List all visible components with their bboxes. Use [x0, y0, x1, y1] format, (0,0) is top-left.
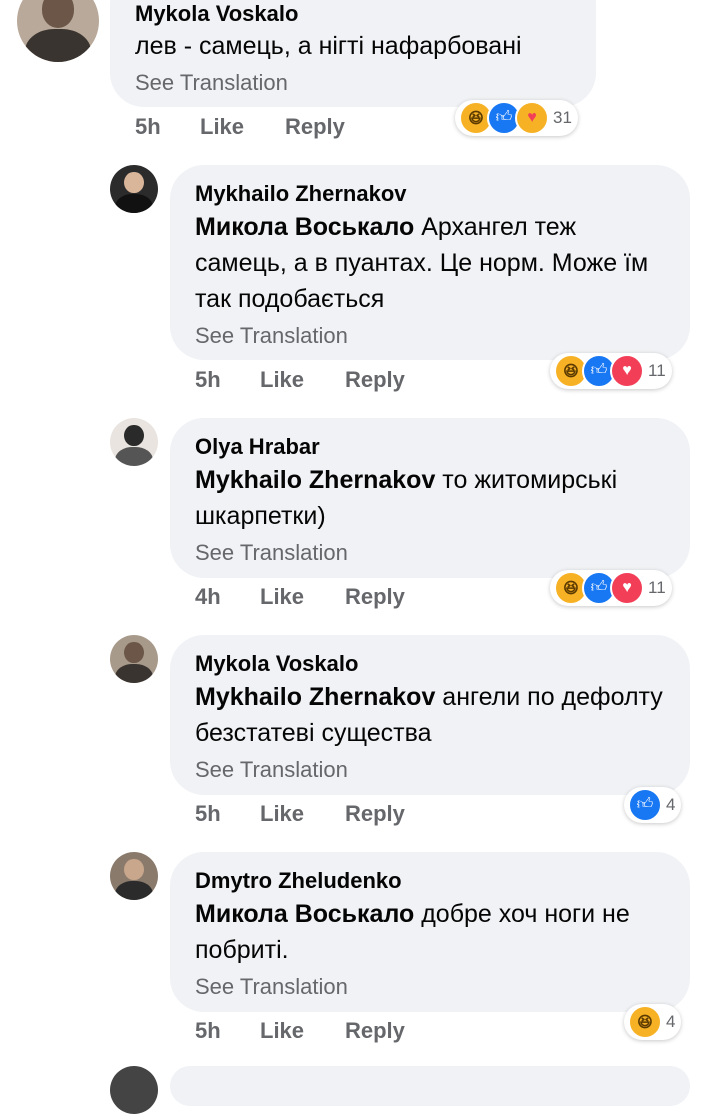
comment-text: Mykhailo Zhernakov то житомирські шкарпе… [195, 462, 675, 534]
reaction-summary[interactable]: 👍︎ 4 [624, 787, 682, 823]
avatar[interactable] [110, 852, 158, 900]
comment-author[interactable]: Olya Hrabar [195, 434, 320, 460]
reaction-count: 31 [553, 108, 572, 127]
comment-text: лев - самець, а нігті нафарбовані [135, 28, 585, 64]
avatar[interactable] [110, 165, 158, 213]
comment-bubble [170, 1066, 690, 1106]
reply-button[interactable]: Reply [345, 584, 405, 610]
reaction-count: 11 [648, 361, 666, 380]
love-reaction-icon: ♥ [610, 354, 644, 388]
reaction-summary[interactable]: 😆︎ 👍︎ ♥ 11 [550, 570, 672, 606]
mention-link[interactable]: Mykhailo Zhernakov [195, 466, 435, 494]
love-reaction-icon: ♥ [610, 571, 644, 605]
avatar[interactable] [110, 418, 158, 466]
avatar[interactable] [110, 635, 158, 683]
comment-text: Микола Воськало Архангел теж самець, а в… [195, 209, 665, 317]
reply-button[interactable]: Reply [345, 801, 405, 827]
like-reaction-icon: 👍︎ [628, 788, 662, 822]
comment-time[interactable]: 4h [195, 584, 221, 610]
comment: Mykola Voskalo лев - самець, а нігті наф… [0, 0, 707, 150]
like-button[interactable]: Like [260, 801, 304, 827]
comment-author[interactable]: Dmytro Zheludenko [195, 868, 402, 894]
reaction-summary[interactable]: 😆︎ 👍︎ ♥ 11 [550, 353, 672, 389]
like-button[interactable]: Like [260, 584, 304, 610]
see-translation-link[interactable]: See Translation [195, 757, 348, 783]
like-button[interactable]: Like [200, 114, 244, 140]
reply-button[interactable]: Reply [345, 367, 405, 393]
mention-link[interactable]: Mykhailo Zhernakov [195, 683, 435, 711]
comment-time[interactable]: 5h [195, 801, 221, 827]
comment-time[interactable]: 5h [135, 114, 161, 140]
avatar[interactable] [17, 0, 99, 62]
reply-button[interactable]: Reply [285, 114, 345, 140]
comment-text: Микола Воськало добре хоч ноги не побрит… [195, 896, 655, 968]
comment-time[interactable]: 5h [195, 367, 221, 393]
like-button[interactable]: Like [260, 367, 304, 393]
see-translation-link[interactable]: See Translation [195, 974, 348, 1000]
reaction-count: 4 [666, 1012, 676, 1031]
avatar[interactable] [110, 1066, 158, 1114]
reply-button[interactable]: Reply [345, 1018, 405, 1044]
see-translation-link[interactable]: See Translation [195, 323, 348, 349]
comment-text: Mykhailo Zhernakov ангели по дефолту без… [195, 679, 675, 751]
comment-author[interactable]: Mykola Voskalo [195, 651, 358, 677]
reaction-summary[interactable]: 😆︎ 4 [624, 1004, 682, 1040]
mention-link[interactable]: Микола Воськало [195, 213, 414, 241]
comment-time[interactable]: 5h [195, 1018, 221, 1044]
care-reaction-icon: ♥ [515, 101, 549, 135]
comment-body: лев - самець, а нігті нафарбовані [135, 32, 522, 60]
comment-author[interactable]: Mykola Voskalo [135, 1, 298, 27]
haha-reaction-icon: 😆︎ [628, 1005, 662, 1039]
see-translation-link[interactable]: See Translation [135, 70, 288, 96]
see-translation-link[interactable]: See Translation [195, 540, 348, 566]
reaction-summary[interactable]: 😆︎ 👍︎ ♥ 31 [455, 100, 578, 136]
reply-comment: Dmytro Zheludenko Микола Воськало добре … [0, 0, 707, 1043]
like-button[interactable]: Like [260, 1018, 304, 1044]
comment-author[interactable]: Mykhailo Zhernakov [195, 181, 407, 207]
mention-link[interactable]: Микола Воськало [195, 900, 414, 928]
reaction-count: 4 [666, 795, 676, 814]
reaction-count: 11 [648, 578, 666, 597]
